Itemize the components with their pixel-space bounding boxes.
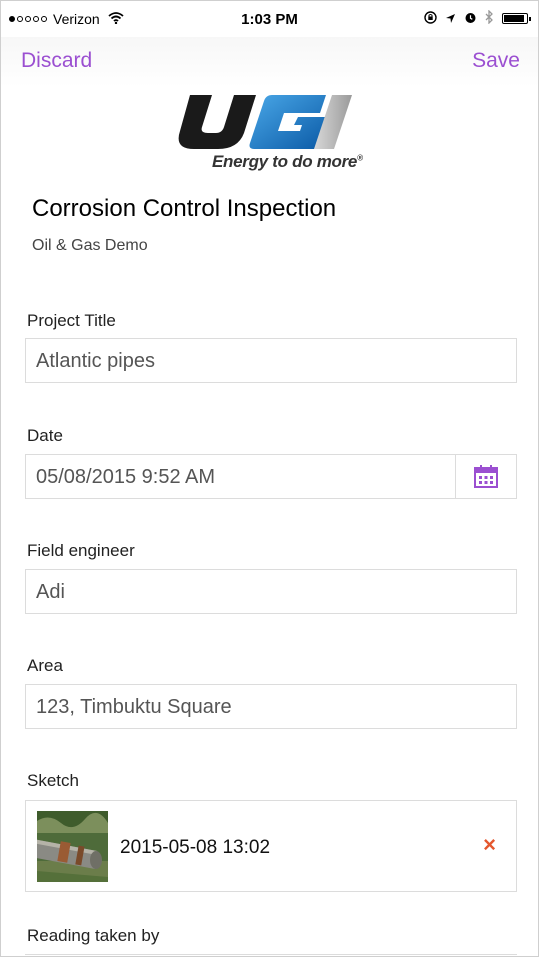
date-label: Date: [27, 426, 63, 445]
rotation-lock-icon: [424, 10, 437, 27]
page-title: Corrosion Control Inspection: [32, 195, 337, 222]
sketch-thumbnail[interactable]: [37, 811, 108, 882]
date-picker-button[interactable]: [455, 455, 516, 498]
bluetooth-icon: [485, 9, 494, 27]
field-engineer-label: Field engineer: [27, 541, 135, 560]
location-arrow-icon: [445, 11, 456, 27]
company-logo: Energy to do more®: [176, 87, 376, 182]
status-bar: Verizon 1:03 PM: [1, 1, 538, 37]
remove-sketch-close-icon[interactable]: ×: [483, 834, 496, 856]
project-title-label: Project Title: [27, 311, 116, 330]
field-engineer-input[interactable]: Adi: [25, 569, 517, 614]
status-icons: [424, 9, 531, 27]
page-subtitle: Oil & Gas Demo: [32, 237, 148, 254]
date-field: 05/08/2015 9:52 AM: [25, 454, 517, 499]
alarm-icon: [464, 11, 477, 27]
sketch-file-name: 2015-05-08 13:02: [120, 837, 271, 858]
calendar-icon: [474, 465, 498, 488]
date-input[interactable]: 05/08/2015 9:52 AM: [36, 466, 215, 489]
sketch-attachment[interactable]: 2015-05-08 13:02 ×: [25, 800, 517, 892]
area-input[interactable]: 123, Timbuktu Square: [25, 684, 517, 729]
discard-button[interactable]: Discard: [21, 49, 92, 73]
app-screen: Verizon 1:03 PM Discard Save Energy to d…: [0, 0, 539, 957]
save-button[interactable]: Save: [472, 49, 520, 73]
ugi-logo-icon: [178, 95, 352, 149]
sketch-label: Sketch: [27, 771, 79, 790]
project-title-input[interactable]: Atlantic pipes: [25, 338, 517, 383]
area-label: Area: [27, 656, 63, 675]
logo-tagline: Energy to do more®: [212, 152, 363, 171]
battery-icon: [502, 13, 531, 24]
nav-bar: Discard Save: [1, 37, 538, 87]
reading-taken-by-label: Reading taken by: [27, 926, 160, 945]
